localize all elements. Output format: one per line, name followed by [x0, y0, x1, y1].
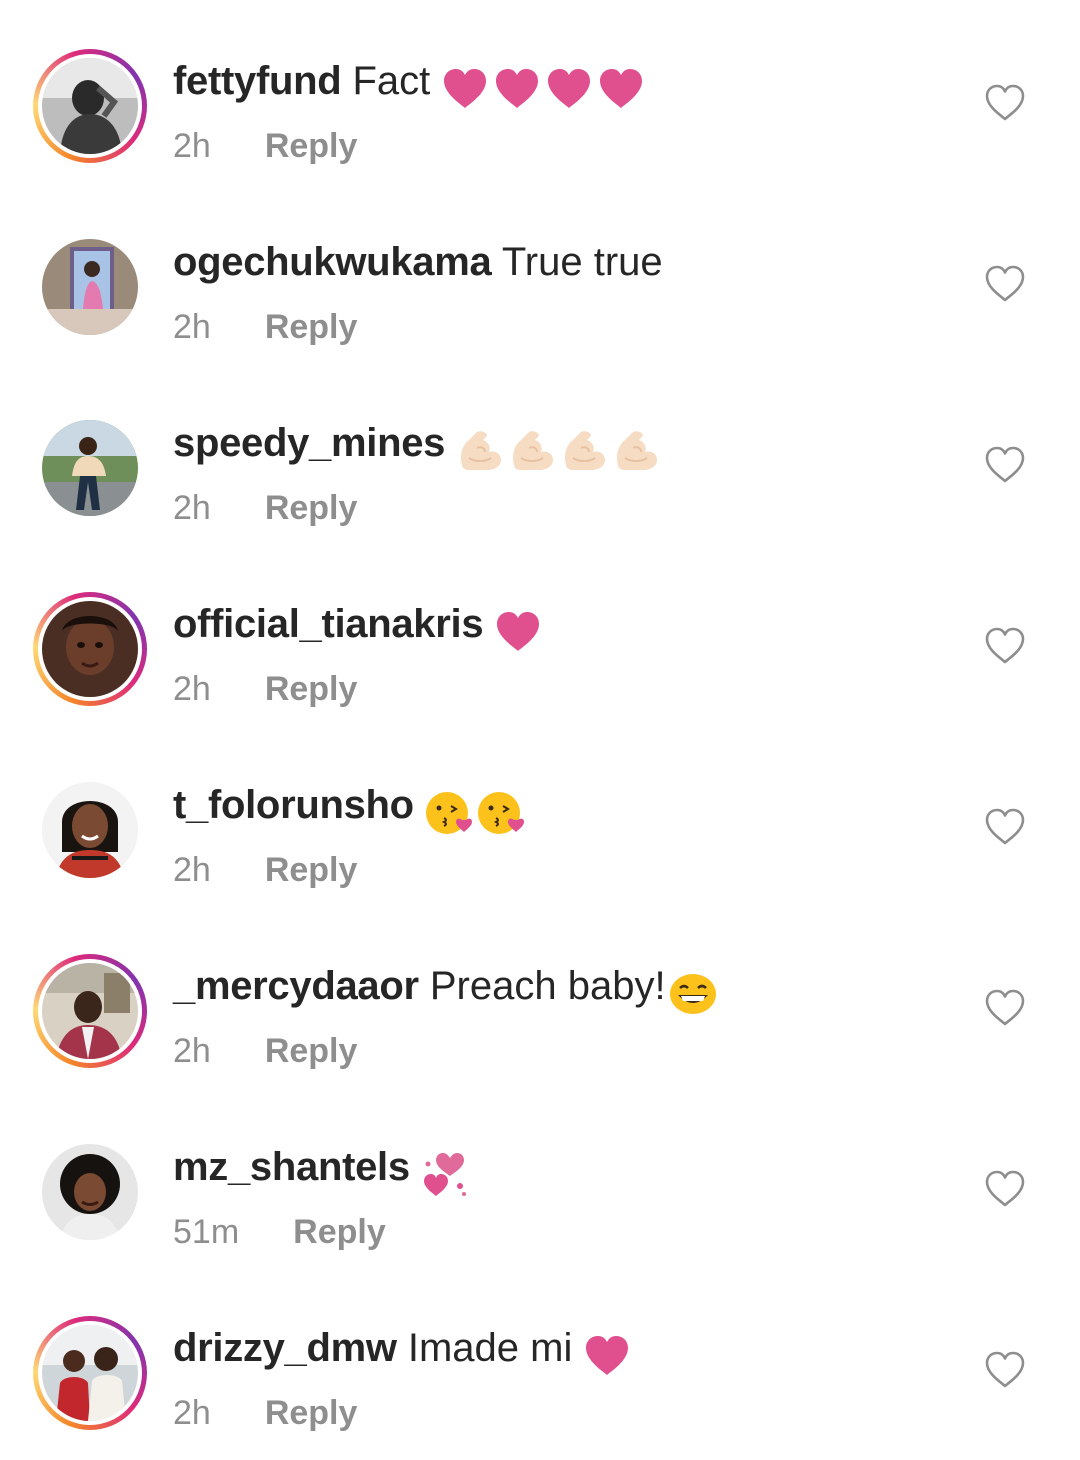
comment-username[interactable]: ogechukwukama: [173, 240, 492, 284]
avatar[interactable]: [42, 58, 138, 154]
kissing-face-emoji: [476, 790, 526, 836]
grinning-face-emoji: [668, 971, 718, 1017]
comment-meta: 2h Reply: [173, 669, 357, 709]
reply-button[interactable]: Reply: [265, 488, 358, 528]
comment-text: Fact: [352, 59, 431, 103]
reply-button[interactable]: Reply: [265, 1031, 358, 1071]
comment-emoji-group: [420, 1152, 472, 1198]
comment-text: True true: [501, 240, 663, 284]
heart-outline-icon[interactable]: [984, 1351, 1026, 1389]
comment-body: fettyfund Fact: [173, 58, 648, 112]
reply-button[interactable]: Reply: [265, 307, 358, 347]
comment-meta: 2h Reply: [173, 1393, 357, 1433]
reply-button[interactable]: Reply: [265, 669, 358, 709]
avatar-story-ring[interactable]: [33, 49, 147, 163]
avatar-frame[interactable]: [33, 773, 147, 887]
comment-row: ogechukwukama True true 2h Reply: [0, 181, 1080, 362]
pink-heart-emoji: [596, 66, 646, 112]
comment-emoji-group: [440, 66, 648, 112]
comment-timestamp: 2h: [173, 670, 211, 708]
comment-row: official_tianakris 2h Reply: [0, 543, 1080, 724]
comment-body: speedy_mines: [173, 420, 663, 474]
avatar-frame[interactable]: [33, 1135, 147, 1249]
reply-button[interactable]: Reply: [265, 850, 358, 890]
heart-outline-icon[interactable]: [984, 627, 1026, 665]
heart-outline-icon[interactable]: [984, 808, 1026, 846]
comment-meta: 51m Reply: [173, 1212, 386, 1252]
comment-body: ogechukwukama True true: [173, 239, 663, 285]
avatar[interactable]: [42, 782, 138, 878]
avatar[interactable]: [42, 601, 138, 697]
comment-text: Preach baby!: [429, 964, 666, 1008]
comment-meta: 2h Reply: [173, 126, 357, 166]
reply-button[interactable]: Reply: [265, 1393, 358, 1433]
flexed-biceps-emoji: [507, 428, 557, 474]
avatar-story-ring[interactable]: [33, 1316, 147, 1430]
flexed-biceps-emoji: [611, 428, 661, 474]
comment-body: _mercydaaor Preach baby!: [173, 963, 720, 1017]
two-hearts-emoji: [420, 1152, 470, 1198]
comment-username[interactable]: drizzy_dmw: [173, 1326, 397, 1370]
comment-row: speedy_mines 2h Reply: [0, 362, 1080, 543]
avatar-frame[interactable]: [33, 230, 147, 344]
comment-timestamp: 2h: [173, 308, 211, 346]
avatar-story-ring[interactable]: [33, 954, 147, 1068]
comment-row: drizzy_dmw Imade mi 2h Reply: [0, 1267, 1080, 1448]
comment-username[interactable]: t_folorunsho: [173, 783, 414, 827]
avatar[interactable]: [42, 420, 138, 516]
comment-emoji-group: [455, 428, 663, 474]
comment-meta: 2h Reply: [173, 307, 357, 347]
comment-timestamp: 2h: [173, 1394, 211, 1432]
pink-heart-emoji: [492, 66, 542, 112]
comment-body: drizzy_dmw Imade mi: [173, 1325, 634, 1379]
avatar[interactable]: [42, 963, 138, 1059]
reply-button[interactable]: Reply: [293, 1212, 386, 1252]
comment-emoji-group: [424, 790, 528, 836]
comment-emoji-group: [493, 609, 545, 655]
avatar[interactable]: [42, 1144, 138, 1240]
comment-username[interactable]: official_tianakris: [173, 602, 484, 646]
comment-username[interactable]: mz_shantels: [173, 1145, 410, 1189]
avatar[interactable]: [42, 239, 138, 335]
comment-username[interactable]: _mercydaaor: [173, 964, 419, 1008]
comment-username[interactable]: speedy_mines: [173, 421, 445, 465]
heart-outline-icon[interactable]: [984, 989, 1026, 1027]
comment-timestamp: 2h: [173, 1032, 211, 1070]
pink-heart-emoji: [544, 66, 594, 112]
comment-timestamp: 2h: [173, 851, 211, 889]
comment-row: mz_shantels 51m Reply: [0, 1086, 1080, 1267]
comment-meta: 2h Reply: [173, 1031, 357, 1071]
kissing-face-emoji: [424, 790, 474, 836]
comment-meta: 2h Reply: [173, 488, 357, 528]
heart-outline-icon[interactable]: [984, 84, 1026, 122]
heart-outline-icon[interactable]: [984, 446, 1026, 484]
comment-body: official_tianakris: [173, 601, 545, 655]
comment-timestamp: 2h: [173, 489, 211, 527]
comment-username[interactable]: fettyfund: [173, 59, 342, 103]
flexed-biceps-emoji: [559, 428, 609, 474]
comment-emoji-group: [668, 971, 720, 1017]
comment-body: mz_shantels: [173, 1144, 472, 1198]
avatar-frame[interactable]: [33, 411, 147, 525]
comment-timestamp: 2h: [173, 127, 211, 165]
comment-meta: 2h Reply: [173, 850, 357, 890]
heart-outline-icon[interactable]: [984, 265, 1026, 303]
avatar[interactable]: [42, 1325, 138, 1421]
comment-row: t_folorunsho 2h Reply: [0, 724, 1080, 905]
comment-list: fettyfund Fact 2h Reply ogechukwukama True …: [0, 0, 1080, 1460]
heart-outline-icon[interactable]: [984, 1170, 1026, 1208]
flexed-biceps-emoji: [455, 428, 505, 474]
comment-row: fettyfund Fact 2h Reply: [0, 0, 1080, 181]
pink-heart-emoji: [493, 609, 543, 655]
comment-body: t_folorunsho: [173, 782, 528, 836]
comment-row: _mercydaaor Preach baby! 2h Reply: [0, 905, 1080, 1086]
reply-button[interactable]: Reply: [265, 126, 358, 166]
pink-heart-emoji: [582, 1333, 632, 1379]
comment-text: Imade mi: [407, 1326, 573, 1370]
comment-emoji-group: [582, 1333, 634, 1379]
pink-heart-emoji: [440, 66, 490, 112]
avatar-story-ring[interactable]: [33, 592, 147, 706]
comment-timestamp: 51m: [173, 1213, 240, 1251]
